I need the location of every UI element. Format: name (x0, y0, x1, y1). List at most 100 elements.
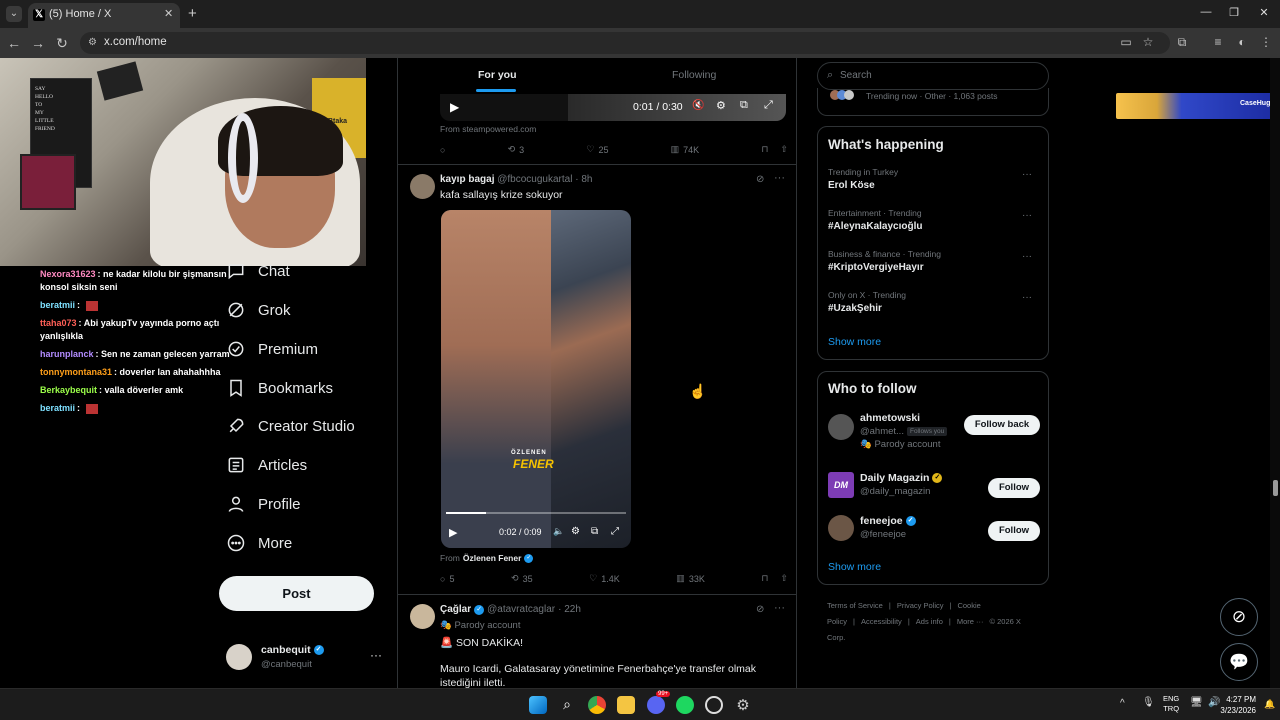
tweet3-handle[interactable]: @atavratcaglar (487, 604, 555, 615)
volume-icon[interactable]: 🔈 (553, 526, 564, 537)
close-window-icon[interactable]: ✕ (1256, 6, 1272, 19)
clock[interactable]: 4:27 PM 3/23/2026 (1220, 694, 1256, 716)
share-icon[interactable]: ⇧ (780, 573, 788, 584)
trend-item[interactable]: Only on X · Trending #UzakŞehir ··· (828, 290, 1040, 314)
follow-button[interactable]: Follow (988, 478, 1040, 498)
footer-link[interactable]: Terms of Service (827, 601, 883, 610)
tab-following[interactable]: Following (672, 69, 716, 81)
page-scrollbar[interactable] (1270, 58, 1280, 688)
tweet2-author[interactable]: kayıp bagaj (440, 174, 494, 185)
footer-link[interactable]: Accessibility (861, 617, 902, 626)
pip-icon[interactable]: ⧉ (740, 99, 748, 112)
microphone-icon[interactable]: 🎙 (1142, 697, 1155, 708)
cast-icon[interactable]: ▭ (1118, 35, 1134, 49)
trending-now-card[interactable]: Trending now · Other · 1,063 posts (817, 88, 1049, 116)
pip-icon[interactable]: ⧉ (591, 526, 598, 537)
show-more-follows[interactable]: Show more (828, 561, 881, 573)
grok-icon[interactable]: ⊘ (756, 604, 764, 615)
follow-suggestion[interactable]: ahmetowski @ahmet... Follows you 🎭 Parod… (828, 412, 1040, 456)
address-bar[interactable]: ⚙ x.com/home (80, 32, 1170, 54)
views-button[interactable]: ▥ 74K (671, 144, 700, 155)
share-icon[interactable]: ⇧ (780, 144, 788, 155)
account-switcher[interactable]: canbequit ✓ @canbequit ··· (226, 640, 386, 680)
settings-icon[interactable]: ⚙ (571, 526, 580, 537)
grok-icon[interactable]: ⊘ (756, 174, 764, 185)
tweet3-avatar[interactable] (410, 604, 435, 629)
fullscreen-icon[interactable]: ⤢ (611, 526, 619, 537)
network-icon[interactable]: 🖥 (1190, 697, 1203, 708)
post-button[interactable]: Post (219, 576, 374, 611)
reading-list-icon[interactable]: ≡ (1210, 35, 1226, 49)
views-button[interactable]: ▥ 33K (676, 573, 705, 584)
bookmark-icon[interactable]: ⊓ (761, 144, 768, 155)
notifications-icon[interactable]: 🔔 (1264, 699, 1275, 710)
tweet3-author[interactable]: Çağlar (440, 604, 471, 615)
trend-more-icon[interactable]: ··· (1022, 292, 1032, 303)
tweet2-avatar[interactable] (410, 174, 435, 199)
back-button[interactable]: ← (6, 35, 22, 51)
language-indicator[interactable]: ENG TRQ (1163, 694, 1179, 714)
tweet1-video[interactable]: ▶ 0:01 / 0:30 🔇 ⚙ ⧉ ⤢ (440, 94, 786, 121)
trend-more-icon[interactable]: ··· (1022, 251, 1032, 262)
footer-link[interactable]: Privacy Policy (897, 601, 944, 610)
tweet2-video[interactable]: ÖZLENEN FENER ▶ 0:02 / 0:09 🔈 ⚙ ⧉ ⤢ (441, 210, 631, 548)
suggestion-name[interactable]: feneejoe (860, 515, 903, 527)
start-icon[interactable] (529, 696, 547, 714)
trend-more-icon[interactable]: ··· (1022, 169, 1032, 180)
nav-item-creator-studio[interactable]: Creator Studio (226, 411, 355, 441)
tweet-more-icon[interactable]: ··· (774, 172, 785, 184)
follow-back-button[interactable]: Follow back (964, 415, 1040, 435)
like-button[interactable]: ♡ 1.4K (589, 573, 620, 584)
tweet-more-icon[interactable]: ··· (774, 602, 785, 614)
bookmark-icon[interactable]: ⊓ (761, 573, 768, 584)
scrollbar-thumb[interactable] (1273, 480, 1278, 496)
follow-button[interactable]: Follow (988, 521, 1040, 541)
footer-link[interactable]: Ads info (916, 617, 943, 626)
repost-button[interactable]: ⟲ 3 (508, 144, 525, 155)
settings-icon[interactable]: ⚙ (716, 99, 726, 112)
tab-search-button[interactable]: ⌄ (6, 6, 22, 22)
profile-avatar-icon[interactable]: ◐ (1234, 35, 1250, 49)
trend-item[interactable]: Business & finance · Trending #KriptoVerg… (828, 249, 1040, 273)
trend-more-icon[interactable]: ··· (1022, 210, 1032, 221)
forward-button[interactable]: → (30, 35, 46, 51)
tab-close-icon[interactable]: ✕ (164, 7, 173, 20)
follow-suggestion[interactable]: DM Daily Magazin ✓ @daily_magazin Follow (828, 472, 1040, 508)
search-input[interactable]: Search (840, 70, 872, 81)
play-icon[interactable]: ▶ (450, 100, 459, 114)
url-text[interactable]: x.com/home (104, 36, 167, 48)
reload-button[interactable]: ↻ (54, 35, 70, 51)
nav-item-bookmarks[interactable]: Bookmarks (226, 373, 333, 403)
nav-item-more[interactable]: More (226, 528, 292, 558)
nav-item-articles[interactable]: Articles (226, 450, 307, 480)
extensions-icon[interactable]: ⧉ (1174, 35, 1190, 50)
tray-chevron-icon[interactable]: ^ (1120, 698, 1125, 709)
settings-icon[interactable]: ⚙ (734, 696, 752, 714)
browser-menu-icon[interactable]: ⋮ (1258, 35, 1274, 49)
trend-item[interactable]: Trending in Turkey Erol Köse ··· (828, 167, 1040, 191)
like-button[interactable]: ♡ 25 (586, 144, 608, 155)
nav-item-profile[interactable]: Profile (226, 489, 301, 519)
new-tab-button[interactable]: + (188, 5, 197, 22)
volume-icon[interactable]: 🔊 (1208, 697, 1220, 708)
footer-link[interactable]: More ··· (957, 617, 984, 626)
steam-icon[interactable] (705, 696, 723, 714)
bookmark-star-icon[interactable]: ☆ (1140, 35, 1156, 49)
chrome-icon[interactable] (588, 696, 606, 714)
browser-tab[interactable]: 𝕏 (5) Home / X ✕ (28, 3, 180, 28)
minimize-icon[interactable]: — (1198, 6, 1214, 18)
video-progress[interactable] (446, 512, 626, 514)
search-icon[interactable]: ⌕ (558, 696, 576, 714)
tweet1-source[interactable]: From steampowered.com (440, 124, 536, 134)
site-info-icon[interactable]: ⚙ (88, 37, 97, 48)
trend-item[interactable]: Entertainment · Trending #AleynaKalaycıoğ… (828, 208, 1040, 232)
suggestion-name[interactable]: ahmetowski (860, 412, 970, 424)
suggestion-name[interactable]: Daily Magazin (860, 472, 929, 484)
tweet2-handle[interactable]: @fbcocugukartal (497, 174, 572, 185)
tweet2-time[interactable]: · 8h (575, 174, 592, 185)
show-more-trends[interactable]: Show more (828, 336, 881, 348)
nav-item-grok[interactable]: Grok (226, 295, 291, 325)
messages-fab[interactable]: 💬 (1220, 643, 1258, 681)
tab-for-you[interactable]: For you (478, 69, 517, 81)
restore-icon[interactable]: ❐ (1226, 6, 1242, 19)
